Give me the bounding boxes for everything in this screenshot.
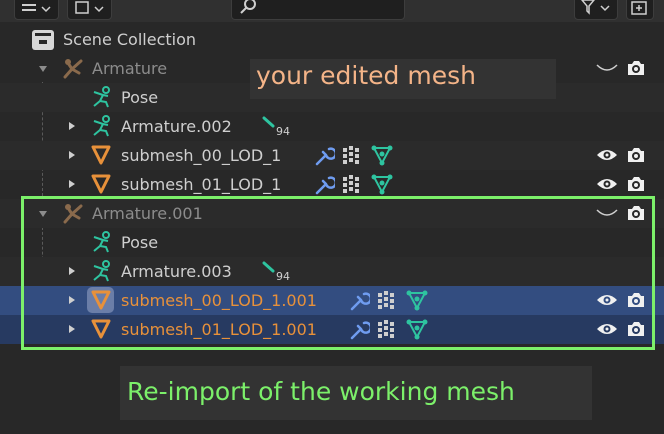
camera-icon[interactable]: [626, 291, 646, 309]
new-collection-button[interactable]: [626, 0, 654, 20]
row-label: submesh_01_LOD_1.001: [121, 320, 317, 339]
camera-icon[interactable]: [626, 204, 646, 222]
mesh-object-icon: [91, 290, 111, 310]
camera-icon[interactable]: [626, 59, 646, 77]
vertex-groups-icon[interactable]: [377, 319, 399, 339]
mesh-data-icon[interactable]: [371, 144, 393, 166]
search-icon: [240, 0, 256, 14]
bone-count-icon: [262, 261, 275, 273]
outliner-row-armature-001[interactable]: Armature.001: [0, 199, 664, 228]
vertex-groups-icon[interactable]: [342, 174, 364, 194]
pose-icon: [93, 86, 110, 108]
row-label: Armature.003: [121, 262, 232, 281]
camera-icon[interactable]: [626, 146, 646, 164]
outliner-header: [0, 0, 664, 22]
filter-icon: [75, 1, 104, 14]
outliner-row-armature-002[interactable]: Armature.002 94: [0, 112, 664, 141]
list-icon: [22, 4, 51, 13]
row-label: Armature.001: [92, 204, 203, 223]
bone-count: 94: [276, 270, 290, 283]
filter-button[interactable]: [574, 0, 618, 20]
eye-icon[interactable]: [596, 322, 618, 336]
modifier-wrench-icon[interactable]: [313, 145, 335, 167]
outliner-row-submesh-00[interactable]: submesh_00_LOD_1: [0, 141, 664, 170]
expand-toggle[interactable]: [69, 122, 75, 130]
scene-collection-label: Scene Collection: [63, 30, 197, 49]
outliner-row-pose-2[interactable]: Pose: [0, 228, 664, 257]
filter-display-button[interactable]: [67, 0, 112, 20]
display-mode-button[interactable]: [14, 0, 59, 20]
search-input[interactable]: [231, 0, 405, 20]
scene-collection-row[interactable]: Scene Collection: [0, 26, 664, 55]
armature-icon: [63, 59, 83, 79]
eye-icon[interactable]: [596, 177, 618, 191]
expand-toggle[interactable]: [69, 325, 75, 333]
pose-icon: [93, 115, 110, 137]
armature-icon: [63, 204, 83, 224]
camera-icon[interactable]: [626, 320, 646, 338]
mesh-object-icon: [91, 145, 111, 165]
row-label: Armature.002: [121, 117, 232, 136]
outliner-row-armature-003[interactable]: Armature.003 94: [0, 257, 664, 286]
bone-count-icon: [262, 116, 275, 128]
mesh-data-icon[interactable]: [406, 318, 428, 340]
collection-icon: [32, 30, 54, 50]
pose-icon: [93, 231, 110, 253]
row-label: Armature: [92, 59, 168, 78]
outliner-row-submesh-01[interactable]: submesh_01_LOD_1: [0, 170, 664, 199]
mesh-data-icon[interactable]: [406, 289, 428, 311]
eye-icon[interactable]: [596, 293, 618, 307]
outliner-row-submesh-01-001[interactable]: submesh_01_LOD_1.001: [0, 315, 664, 344]
pose-icon: [93, 260, 110, 282]
outliner-row-submesh-00-001[interactable]: submesh_00_LOD_1.001: [0, 286, 664, 315]
modifier-wrench-icon[interactable]: [313, 174, 335, 196]
row-label: Pose: [121, 88, 159, 107]
modifier-wrench-icon[interactable]: [348, 290, 370, 312]
modifier-wrench-icon[interactable]: [348, 319, 370, 341]
mesh-data-icon[interactable]: [371, 173, 393, 195]
vertex-groups-icon[interactable]: [342, 145, 364, 165]
vertex-groups-icon[interactable]: [377, 290, 399, 310]
expand-toggle[interactable]: [69, 296, 75, 304]
mesh-object-icon: [91, 174, 111, 194]
expand-toggle[interactable]: [69, 267, 75, 275]
annotation-top: your edited mesh: [250, 59, 556, 99]
camera-icon[interactable]: [626, 175, 646, 193]
expand-toggle[interactable]: [69, 151, 75, 159]
row-label: submesh_01_LOD_1: [121, 175, 282, 194]
hide-toggle-icon[interactable]: [596, 208, 618, 220]
collapse-toggle[interactable]: [39, 211, 47, 217]
row-label: Pose: [121, 233, 159, 252]
new-collection-icon: [631, 1, 647, 15]
funnel-icon: [581, 0, 610, 15]
bone-count: 94: [276, 125, 290, 138]
expand-toggle[interactable]: [69, 180, 75, 188]
annotation-bottom: Re-import of the working mesh: [120, 366, 592, 420]
row-label: submesh_00_LOD_1: [121, 146, 282, 165]
row-label: submesh_00_LOD_1.001: [121, 291, 317, 310]
eye-icon[interactable]: [596, 148, 618, 162]
collapse-toggle[interactable]: [39, 66, 47, 72]
mesh-object-icon: [91, 319, 111, 339]
hide-toggle-icon[interactable]: [596, 63, 618, 75]
